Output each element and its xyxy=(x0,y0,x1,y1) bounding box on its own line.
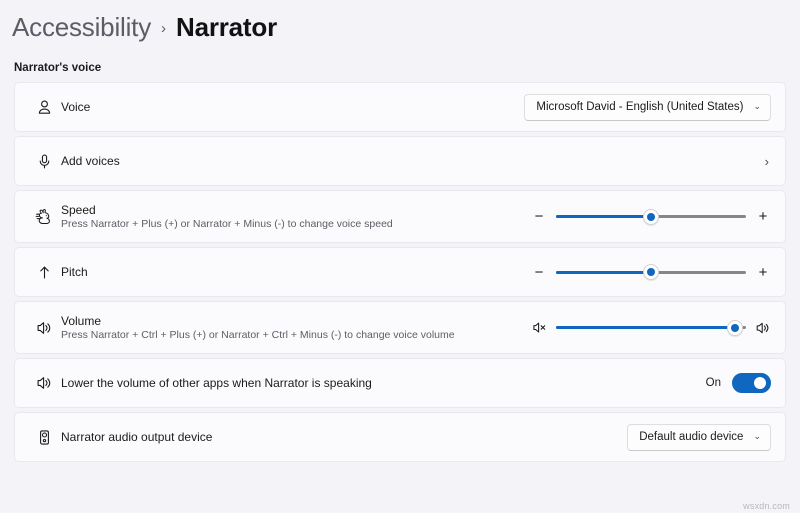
setting-row-add-voices-control: › xyxy=(765,155,771,168)
volume-slider-track[interactable] xyxy=(556,319,746,336)
setting-title: Voice xyxy=(61,100,91,114)
toggle-state-label: On xyxy=(705,377,721,389)
breadcrumb: Accessibility › Narrator xyxy=(0,0,800,46)
setting-description: Press Narrator + Ctrl + Plus (+) or Narr… xyxy=(61,328,455,341)
audio-output-device-dropdown[interactable]: Default audio device ⌄ xyxy=(627,423,771,451)
setting-title: Volume xyxy=(61,313,102,328)
slider-track-fill xyxy=(556,215,651,218)
setting-row-volume-control xyxy=(531,319,771,336)
watermark: wsxdn.com xyxy=(743,501,790,511)
person-icon xyxy=(27,99,61,116)
slider-track-fill xyxy=(556,270,651,274)
setting-row-speed-text: Speed Press Narrator + Plus (+) or Narra… xyxy=(61,203,531,231)
voice-dropdown[interactable]: Microsoft David - English (United States… xyxy=(524,93,771,121)
setting-row-pitch-text: Pitch xyxy=(61,265,531,279)
plus-icon[interactable]: + xyxy=(755,209,771,225)
chevron-right-icon[interactable]: › xyxy=(765,155,771,168)
setting-title: Add voices xyxy=(61,154,120,168)
minus-icon[interactable]: − xyxy=(531,209,547,225)
slider-track-fill xyxy=(556,326,735,329)
audio-output-device-dropdown-value: Default audio device xyxy=(639,431,744,443)
volume-slider[interactable] xyxy=(531,319,771,336)
setting-title: Pitch xyxy=(61,265,88,279)
setting-row-lower-volume-text: Lower the volume of other apps when Narr… xyxy=(61,376,706,390)
setting-row-audio-output-device-control: Default audio device ⌄ xyxy=(627,423,771,451)
setting-row-volume: Volume Press Narrator + Ctrl + Plus (+) … xyxy=(14,301,786,354)
voice-dropdown-value: Microsoft David - English (United States… xyxy=(536,101,744,113)
lower-volume-toggle[interactable] xyxy=(732,373,771,393)
setting-description: Press Narrator + Plus (+) or Narrator + … xyxy=(61,217,393,230)
setting-row-pitch: Pitch − + xyxy=(14,247,786,297)
slider-thumb[interactable] xyxy=(726,319,743,336)
setting-title: Narrator audio output device xyxy=(61,430,213,444)
settings-list: Voice Microsoft David - English (United … xyxy=(0,82,800,462)
slider-thumb[interactable] xyxy=(643,208,659,225)
microphone-icon xyxy=(27,153,61,170)
setting-row-add-voices[interactable]: Add voices › xyxy=(14,136,786,186)
breadcrumb-separator-icon: › xyxy=(161,19,166,37)
setting-row-voice-text: Voice xyxy=(61,100,524,114)
plus-icon[interactable]: + xyxy=(755,264,771,280)
setting-row-speed: Speed Press Narrator + Plus (+) or Narra… xyxy=(14,190,786,243)
pitch-slider-track[interactable] xyxy=(556,264,746,280)
page-title: Narrator xyxy=(176,11,277,42)
setting-row-audio-output-device[interactable]: Narrator audio output device Default aud… xyxy=(14,412,786,462)
setting-row-volume-text: Volume Press Narrator + Ctrl + Plus (+) … xyxy=(61,314,531,342)
audio-device-icon xyxy=(27,429,61,446)
setting-row-add-voices-text: Add voices xyxy=(61,154,765,168)
setting-title: Speed xyxy=(61,202,96,217)
lower-volume-toggle-group[interactable]: On xyxy=(706,373,771,393)
speaker-mute-icon[interactable] xyxy=(531,320,547,336)
speaker-icon xyxy=(27,319,61,337)
section-label-narrators-voice: Narrator's voice xyxy=(14,62,102,74)
up-arrow-icon xyxy=(27,264,61,281)
setting-row-voice-control: Microsoft David - English (United States… xyxy=(524,93,771,121)
speed-slider-track[interactable] xyxy=(556,208,746,225)
setting-row-audio-output-device-text: Narrator audio output device xyxy=(61,430,627,444)
speed-slider[interactable]: − + xyxy=(531,208,771,225)
setting-row-lower-volume[interactable]: Lower the volume of other apps when Narr… xyxy=(14,358,786,408)
setting-row-lower-volume-control: On xyxy=(706,373,771,393)
setting-row-speed-control: − + xyxy=(531,208,771,225)
chevron-down-icon: ⌄ xyxy=(753,430,761,441)
speed-rabbit-icon xyxy=(27,208,61,226)
setting-row-pitch-control: − + xyxy=(531,264,771,280)
speaker-icon xyxy=(27,374,61,392)
speaker-icon[interactable] xyxy=(755,320,771,336)
setting-row-voice[interactable]: Voice Microsoft David - English (United … xyxy=(14,82,786,132)
pitch-slider[interactable]: − + xyxy=(531,264,771,280)
breadcrumb-parent-accessibility[interactable]: Accessibility xyxy=(12,12,151,43)
toggle-knob xyxy=(754,377,766,389)
chevron-down-icon: ⌄ xyxy=(753,100,761,111)
slider-thumb[interactable] xyxy=(643,264,659,280)
minus-icon[interactable]: − xyxy=(531,264,547,280)
setting-title: Lower the volume of other apps when Narr… xyxy=(61,376,372,390)
